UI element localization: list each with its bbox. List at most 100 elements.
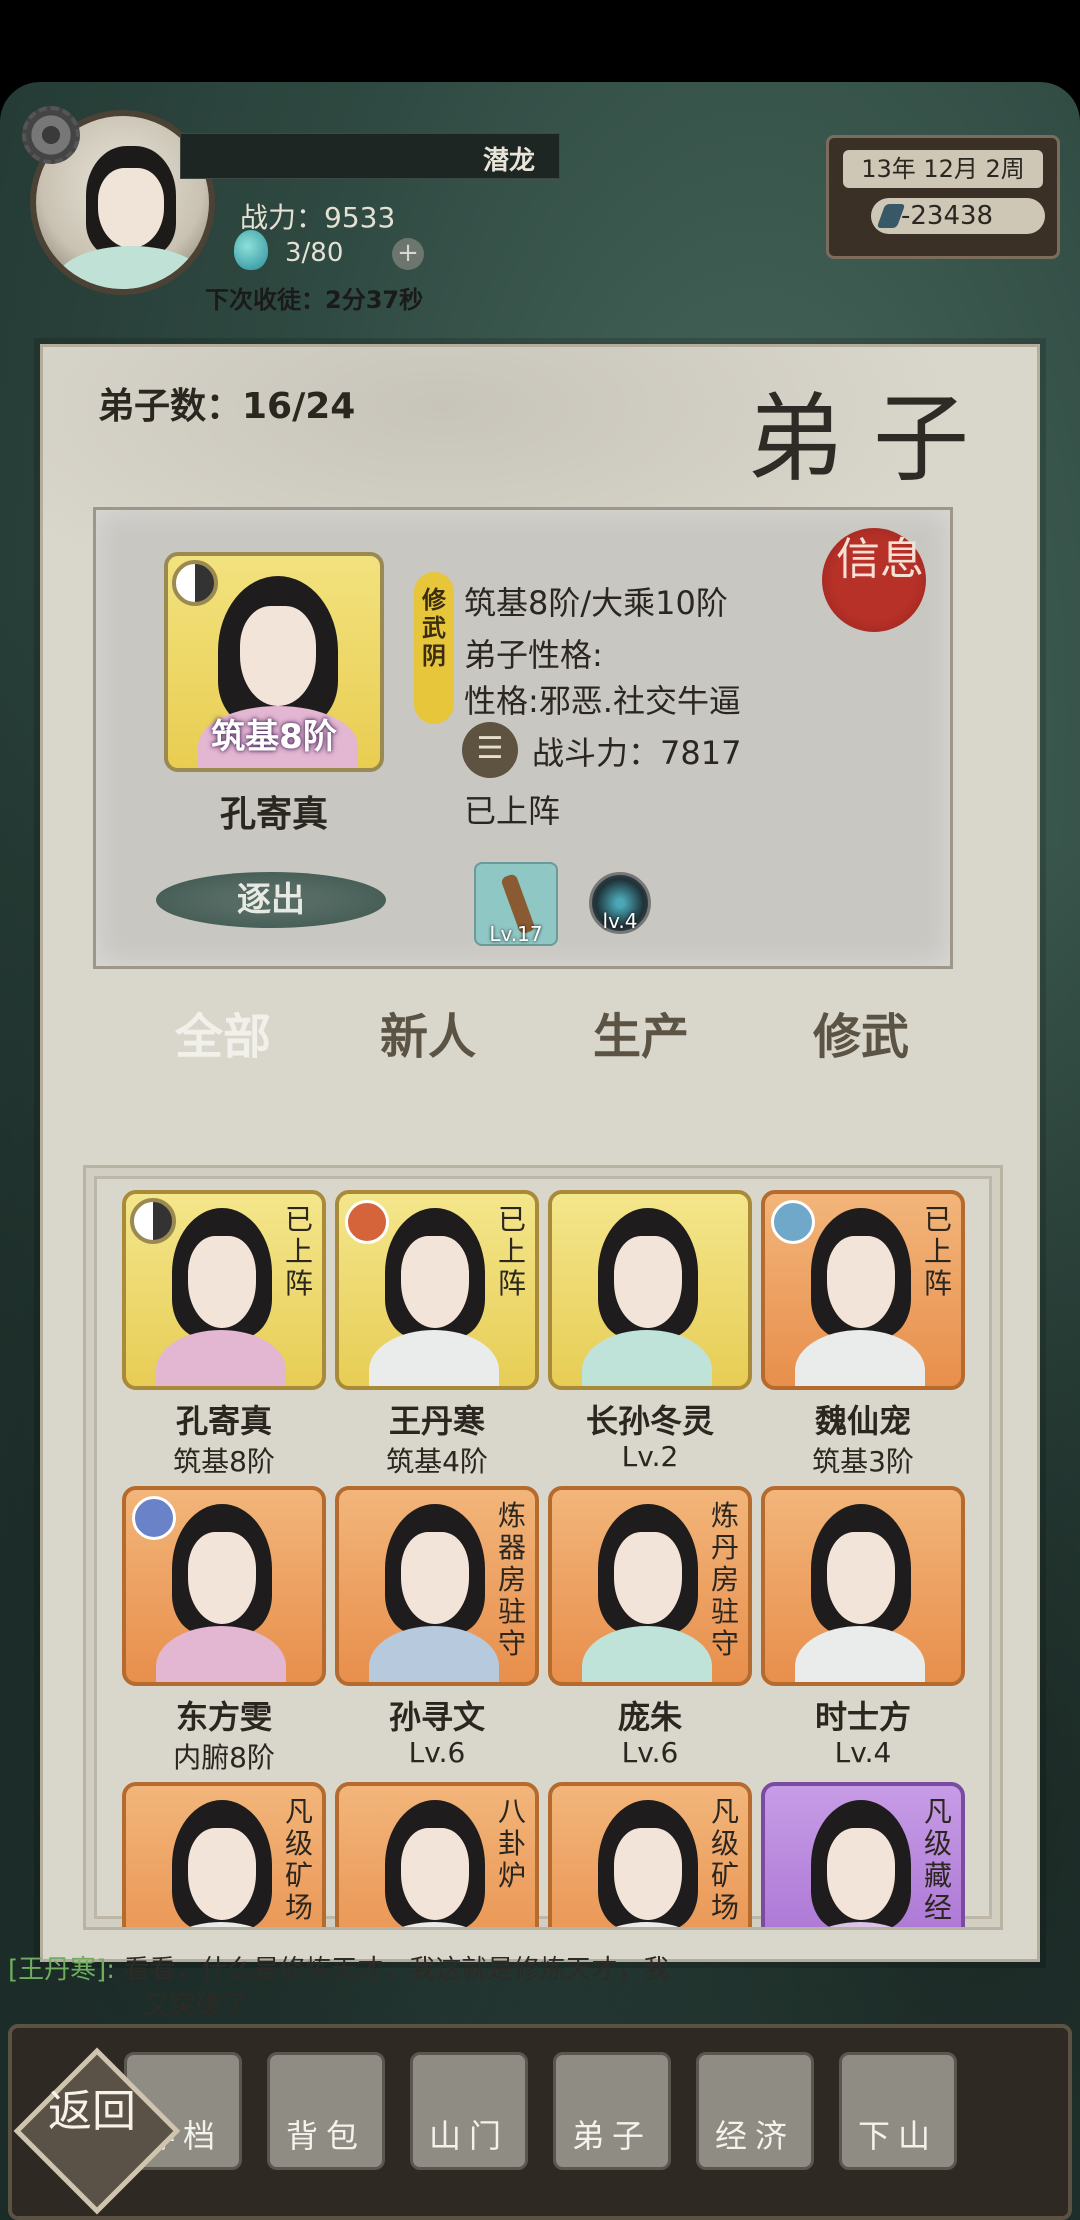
rank-title: 潜龙 (482, 146, 535, 176)
tab-production[interactable]: 生产 (541, 977, 741, 1097)
chat-line-2: 又突破了 (144, 1991, 249, 2021)
recruit-countdown: 下次收徒：2分37秒 (205, 286, 424, 314)
disciple-portrait (369, 1504, 499, 1682)
nav-descend-button[interactable]: 下山 (839, 2052, 957, 2170)
settings-gear-icon[interactable] (22, 106, 80, 164)
chat-log: [王丹寒]: 看看，什么是修炼天才，我这就是修炼天才，我 又突破了 (8, 1952, 828, 2024)
disciple-portrait (156, 1800, 286, 1927)
disciple-portrait-frame[interactable]: 炼器房驻守 (335, 1486, 539, 1686)
equipment-slot-orb[interactable]: lv.4 (589, 872, 651, 934)
yinyang-icon (172, 560, 218, 606)
nav-disciple-label: 弟子 (571, 2117, 652, 2155)
add-stone-button[interactable]: + (392, 238, 424, 270)
disciple-status: 凡级矿场 (710, 1795, 739, 1924)
money-value: -23438 (901, 201, 994, 231)
chat-line-1: 看看，什么是修炼天才，我这就是修炼天才，我 (123, 1955, 670, 1985)
disciple-portrait (369, 1208, 499, 1386)
disciple-name: 魏仙宠 (814, 1402, 911, 1440)
date-money-box: 13年 12月 2周 -23438 (826, 135, 1060, 259)
disciple-level: 筑基3阶 (812, 1445, 914, 1478)
tab-martial[interactable]: 修武 (761, 977, 961, 1097)
detail-realm-badge: 筑基8阶 (211, 717, 337, 757)
disciple-level: 筑基8阶 (173, 1445, 275, 1478)
expel-button[interactable]: 逐出 (156, 872, 386, 928)
game-date: 13年 12月 2周 (843, 150, 1043, 188)
equipment-slot-weapon[interactable]: Lv.17 (474, 862, 558, 946)
nav-gate-button[interactable]: 山门 (410, 2052, 528, 2170)
disciple-status: 已上阵 (284, 1203, 313, 1300)
disciple-name: 孙寻文 (388, 1698, 485, 1736)
tab-all[interactable]: 全部 (123, 977, 323, 1097)
info-seal-button[interactable]: 信息 (822, 528, 926, 632)
money-pill: -23438 (871, 198, 1045, 234)
nav-bag-label: 背包 (285, 2117, 366, 2155)
nav-economy-button[interactable]: 经济 (696, 2052, 814, 2170)
disciple-status: 炼器房驻守 (497, 1499, 526, 1660)
disciple-name: 孔寄真 (175, 1402, 272, 1440)
disciple-portrait-frame[interactable]: 已上阵 (122, 1190, 326, 1390)
disciple-level: Lv.4 (834, 1736, 892, 1769)
disciple-status: 炼丹房驻守 (710, 1499, 739, 1660)
disciple-portrait (156, 1208, 286, 1386)
disciple-grid-frame: 已上阵 孔寄真 筑基8阶 已上阵 王丹寒 筑基4阶 长孙冬灵 Lv.2 已上阵 魏仙宠 筑基3阶 东方… (83, 1165, 1003, 1930)
disciple-status: 凡级藏经 (923, 1795, 952, 1924)
disciple-portrait (582, 1504, 712, 1682)
disciple-portrait-frame[interactable]: 凡级矿场 (548, 1782, 752, 1927)
disciple-portrait-frame[interactable]: 八卦炉 (335, 1782, 539, 1927)
disciple-level: Lv.6 (408, 1736, 466, 1769)
disciple-portrait-frame[interactable] (548, 1190, 752, 1390)
personality-value: 性格:邪恶.社交牛逼 (464, 682, 741, 720)
fight-list-icon[interactable]: ☰ (462, 722, 518, 778)
nav-bag-button[interactable]: 背包 (267, 2052, 385, 2170)
fight-power: 战斗力：7817 (532, 734, 742, 772)
disciple-portrait-frame[interactable]: 已上阵 (335, 1190, 539, 1390)
spirit-stone-count: 3/80 (285, 238, 344, 268)
player-power: 战力：9533 (240, 201, 396, 234)
disciple-name: 长孙冬灵 (585, 1402, 714, 1440)
fire-element-icon (345, 1200, 389, 1244)
disciple-portrait (795, 1208, 925, 1386)
disciple-portrait (795, 1800, 925, 1927)
sect-tag: 修武阴 (414, 572, 454, 724)
chat-speaker: [王丹寒]: (8, 1955, 116, 1985)
equip-1-level: Lv.17 (489, 922, 543, 946)
back-label[interactable]: 返回 (48, 2088, 148, 2136)
detail-portrait: 筑基8阶 (164, 552, 384, 772)
deploy-status: 已上阵 (464, 792, 561, 830)
disciple-level: 筑基4阶 (386, 1445, 488, 1478)
panel-title: 弟子 (747, 383, 999, 495)
realm-line: 筑基8阶/大乘10阶 (464, 584, 728, 622)
wind-element-icon (771, 1200, 815, 1244)
disciple-status: 已上阵 (923, 1203, 952, 1300)
disciple-count: 弟子数：16/24 (98, 386, 356, 427)
personality-label: 弟子性格: (464, 636, 603, 674)
disciple-portrait-frame[interactable]: 凡级藏经 (761, 1782, 965, 1927)
nav-economy-label: 经济 (714, 2117, 795, 2155)
disciple-detail-card: 筑基8阶 孔寄真 逐出 修武阴 筑基8阶/大乘10阶 弟子性格: 性格:邪恶.社… (93, 507, 953, 969)
disciple-portrait (369, 1800, 499, 1927)
detail-name: 孔寄真 (219, 794, 328, 835)
cloud-element-icon (132, 1496, 176, 1540)
disciple-status: 凡级矿场 (284, 1795, 313, 1924)
yinyang-element-icon (130, 1198, 176, 1244)
disciple-level: Lv.6 (621, 1736, 679, 1769)
equip-2-level: lv.4 (602, 909, 638, 933)
disciple-status: 已上阵 (497, 1203, 526, 1300)
disciple-name: 东方雯 (175, 1698, 272, 1736)
disciple-portrait-frame[interactable] (761, 1486, 965, 1686)
disciple-name: 时士方 (814, 1698, 911, 1736)
disciple-portrait-frame[interactable] (122, 1486, 326, 1686)
tab-new[interactable]: 新人 (328, 977, 528, 1097)
disciple-status: 八卦炉 (497, 1795, 526, 1892)
disciple-level: 内腑8阶 (173, 1741, 275, 1774)
disciple-portrait (582, 1800, 712, 1927)
nav-descend-label: 下山 (857, 2117, 938, 2155)
disciple-panel: 弟子数：16/24 弟子 筑基8阶 孔寄真 逐出 修武阴 筑基8阶/大乘10阶 … (40, 344, 1043, 1962)
nav-disciple-button[interactable]: 弟子 (553, 2052, 671, 2170)
category-tabs: 全部 新人 生产 修武 (123, 977, 1003, 1097)
disciple-portrait (795, 1504, 925, 1682)
disciple-portrait-frame[interactable]: 凡级矿场 (122, 1782, 326, 1927)
nav-gate-label: 山门 (428, 2117, 509, 2155)
disciple-portrait-frame[interactable]: 炼丹房驻守 (548, 1486, 752, 1686)
disciple-portrait-frame[interactable]: 已上阵 (761, 1190, 965, 1390)
